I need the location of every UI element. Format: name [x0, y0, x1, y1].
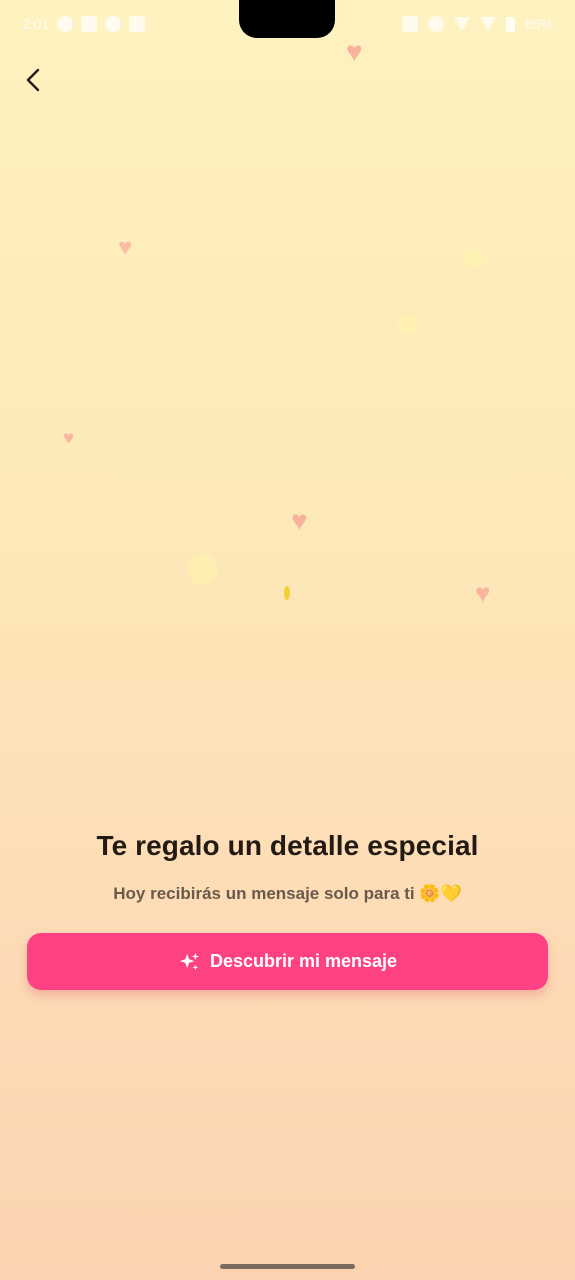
status-time: 2:01	[22, 16, 50, 32]
main-content: Te regalo un detalle especial Hoy recibi…	[0, 830, 575, 904]
discover-message-label: Descubrir mi mensaje	[209, 951, 398, 971]
back-button[interactable]	[16, 62, 52, 98]
status-left: 2:01	[22, 16, 146, 32]
heart-icon: ♥	[63, 428, 75, 449]
discover-message-button[interactable]: Descubrir mi mensaje	[27, 933, 548, 990]
page-subtitle: Hoy recibirás un mensaje solo para ti 🌼💛	[113, 884, 462, 903]
drop-icon	[284, 586, 290, 600]
page-title: Te regalo un detalle especial	[96, 830, 479, 861]
tiktok-icon	[105, 16, 122, 32]
glow-sparkle	[465, 250, 483, 268]
glow-sparkle	[398, 315, 418, 335]
battery-icon	[505, 16, 515, 32]
status-right: 85%	[401, 16, 553, 32]
camera-notch	[239, 0, 335, 38]
bluetooth-icon	[427, 16, 444, 32]
heart-icon: ♥	[475, 578, 491, 608]
glow-sparkle	[188, 555, 218, 585]
nfc-icon	[401, 16, 418, 32]
p-app-icon	[129, 16, 146, 32]
heart-icon: ♥	[346, 36, 363, 67]
booking-icon	[81, 16, 98, 32]
heart-icon: ♥	[118, 234, 133, 261]
sparkles-icon	[179, 952, 200, 970]
wifi-icon	[453, 17, 470, 31]
signal-icon	[479, 17, 496, 31]
home-indicator[interactable]	[220, 1264, 355, 1269]
heart-icon: ♥	[291, 505, 308, 536]
facebook-icon	[57, 16, 74, 32]
battery-level: 85%	[524, 16, 553, 32]
chevron-left-icon	[26, 68, 40, 92]
